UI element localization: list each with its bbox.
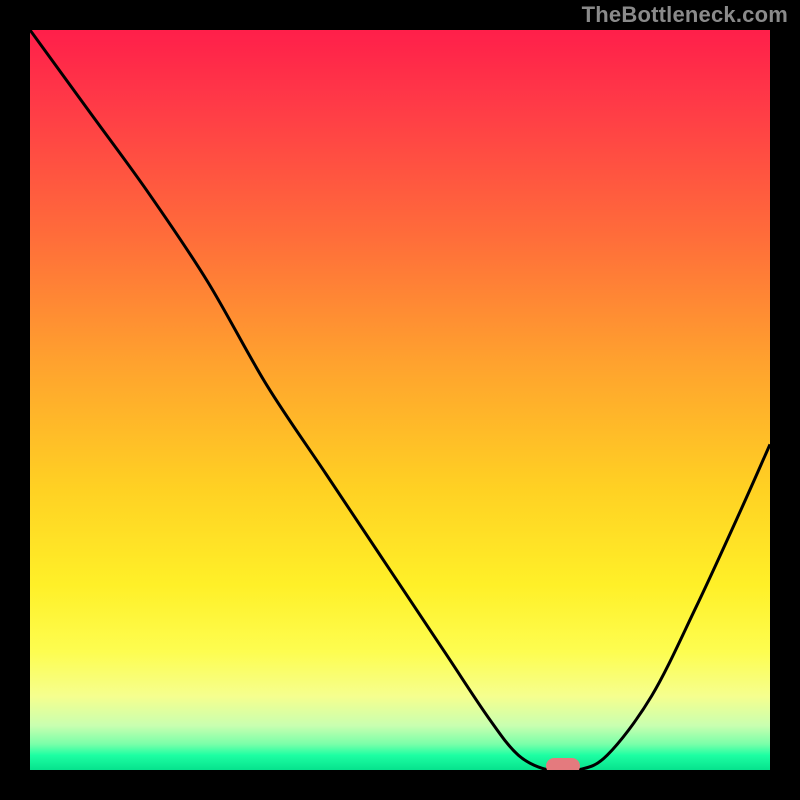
optimal-point-marker xyxy=(546,758,580,770)
bottleneck-curve-svg xyxy=(30,30,770,770)
chart-frame: TheBottleneck.com xyxy=(0,0,800,800)
watermark-text: TheBottleneck.com xyxy=(582,2,788,28)
bottleneck-curve-path xyxy=(30,30,770,770)
plot-area xyxy=(30,30,770,770)
